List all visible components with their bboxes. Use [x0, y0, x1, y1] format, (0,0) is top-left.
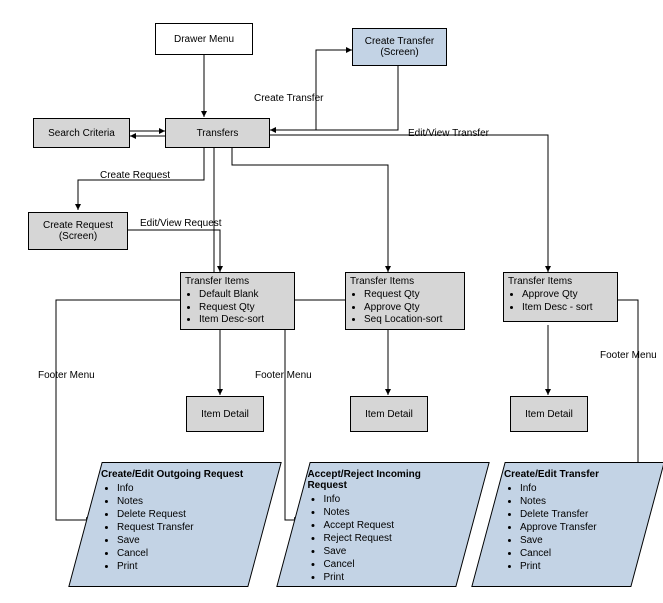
list-item: Approve Qty: [364, 302, 460, 315]
title: Create/Edit Outgoing Request: [101, 469, 251, 480]
list-item: Print: [323, 571, 457, 584]
footer-outgoing-request: Create/Edit Outgoing Request Info Notes …: [68, 462, 281, 587]
node-transfer-items-1: Transfer Items Default Blank Request Qty…: [180, 272, 295, 330]
node-item-detail-1: Item Detail: [186, 396, 264, 432]
list-item: Approve Qty: [522, 289, 613, 302]
list-item: Request Transfer: [117, 521, 251, 534]
label: Item Detail: [365, 409, 413, 420]
list-item: Request Qty: [364, 289, 460, 302]
list-item: Save: [323, 545, 457, 558]
list-item: Notes: [520, 495, 634, 508]
list-item: Print: [117, 560, 251, 573]
list-item: Info: [117, 482, 251, 495]
label: Transfers: [197, 128, 239, 139]
node-item-detail-2: Item Detail: [350, 396, 428, 432]
list-item: Save: [520, 534, 634, 547]
list-item: Notes: [117, 495, 251, 508]
list-item: Approve Transfer: [520, 521, 634, 534]
edge-create-request: Create Request: [100, 170, 170, 181]
node-create-request-screen: Create Request (Screen): [28, 212, 128, 250]
list-item: Print: [520, 560, 634, 573]
edge-footer-menu-2: Footer Menu: [255, 370, 312, 381]
edge-edit-view-transfer: Edit/View Transfer: [408, 128, 489, 139]
list-item: Request Qty: [199, 302, 290, 315]
footer-incoming-request: Accept/Reject Incoming Request Info Note…: [276, 462, 489, 587]
footer-create-edit-transfer: Create/Edit Transfer Info Notes Delete T…: [471, 462, 663, 587]
label: Search Criteria: [48, 128, 115, 139]
list-item: Reject Request: [323, 532, 457, 545]
edge-create-transfer: Create Transfer: [254, 93, 323, 104]
list-item: Cancel: [520, 547, 634, 560]
list-item: Save: [117, 534, 251, 547]
label: Create Request (Screen): [31, 220, 125, 242]
list-item: Accept Request: [323, 519, 457, 532]
title: Transfer Items: [508, 276, 613, 287]
edge-footer-menu-3: Footer Menu: [600, 350, 657, 361]
node-transfers: Transfers: [165, 118, 270, 148]
list-item: Item Desc - sort: [522, 302, 613, 315]
list-item: Seq Location-sort: [364, 314, 460, 327]
title: Transfer Items: [350, 276, 460, 287]
list-item: Delete Request: [117, 508, 251, 521]
list-item: Default Blank: [199, 289, 290, 302]
edge-edit-view-request: Edit/View Request: [140, 218, 222, 229]
edge-footer-menu-1: Footer Menu: [38, 370, 95, 381]
list-item: Info: [323, 493, 457, 506]
list-item: Notes: [323, 506, 457, 519]
list-item: Cancel: [117, 547, 251, 560]
title: Transfer Items: [185, 276, 290, 287]
label: Item Detail: [201, 409, 249, 420]
node-item-detail-3: Item Detail: [510, 396, 588, 432]
list-item: Info: [520, 482, 634, 495]
node-create-transfer-screen: Create Transfer (Screen): [352, 28, 447, 66]
node-search-criteria: Search Criteria: [33, 118, 130, 148]
label: Item Detail: [525, 409, 573, 420]
title: Accept/Reject Incoming Request: [307, 469, 457, 491]
list-item: Item Desc-sort: [199, 314, 290, 327]
label: Create Transfer (Screen): [355, 36, 444, 58]
list-item: Cancel: [323, 558, 457, 571]
node-transfer-items-3: Transfer Items Approve Qty Item Desc - s…: [503, 272, 618, 322]
list-item: Delete Transfer: [520, 508, 634, 521]
node-transfer-items-2: Transfer Items Request Qty Approve Qty S…: [345, 272, 465, 330]
node-drawer-menu: Drawer Menu: [155, 23, 253, 55]
label: Drawer Menu: [174, 34, 234, 45]
title: Create/Edit Transfer: [504, 469, 634, 480]
